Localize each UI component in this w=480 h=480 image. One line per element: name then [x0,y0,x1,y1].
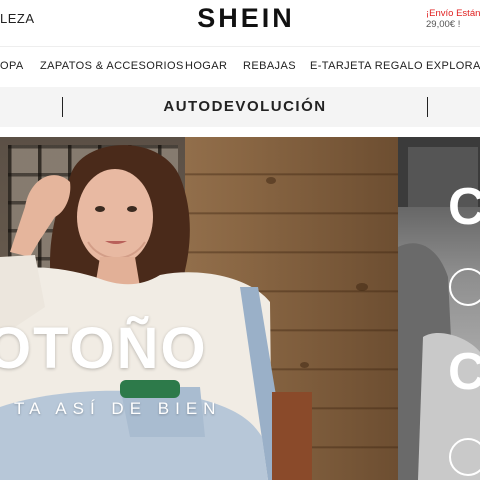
hero-title: OTOÑO [0,316,208,381]
nav-item-rebajas[interactable]: REBAJAS [243,60,296,72]
promo-line-1: ¡Envío Estándar [426,8,480,19]
hero-slide-main[interactable]: OTOÑO TA ASÍ DE BIEN [0,137,398,480]
banner-divider-right [427,97,428,117]
shipping-promo[interactable]: ¡Envío Estándar 29,00€ ! [426,8,480,30]
autodevolucion-text: AUTODEVOLUCIÓN [163,98,327,115]
promo-line-2: 29,00€ ! [426,19,461,30]
hero-carousel[interactable]: OTOÑO TA ASÍ DE BIEN C C [0,137,480,480]
nav-item-zapatos-accesorios[interactable]: ZAPATOS & ACCESORIOS [40,60,184,72]
next-slide-letter: C [448,343,480,401]
nav-item-explora[interactable]: EXPLORA [426,60,480,72]
top-header: LEZA SHEIN ¡Envío Estándar 29,00€ ! [0,0,480,46]
shein-logo[interactable]: SHEIN [186,3,306,34]
autodevolucion-banner[interactable]: AUTODEVOLUCIÓN [0,87,480,127]
nav-item-ropa[interactable]: OPA [0,60,24,72]
next-slide-letter: C [448,178,480,236]
model-photo [0,145,312,480]
hero-slide-next[interactable]: C C [398,137,480,480]
hero-subtitle: TA ASÍ DE BIEN [14,399,222,418]
main-navigation: OPA ZAPATOS & ACCESORIOS HOGAR REBAJAS E… [0,46,480,88]
nav-item-hogar[interactable]: HOGAR [185,60,227,72]
header-left-text[interactable]: LEZA [0,11,35,26]
nav-item-e-tarjeta-regalo[interactable]: E-TARJETA REGALO [310,60,423,72]
